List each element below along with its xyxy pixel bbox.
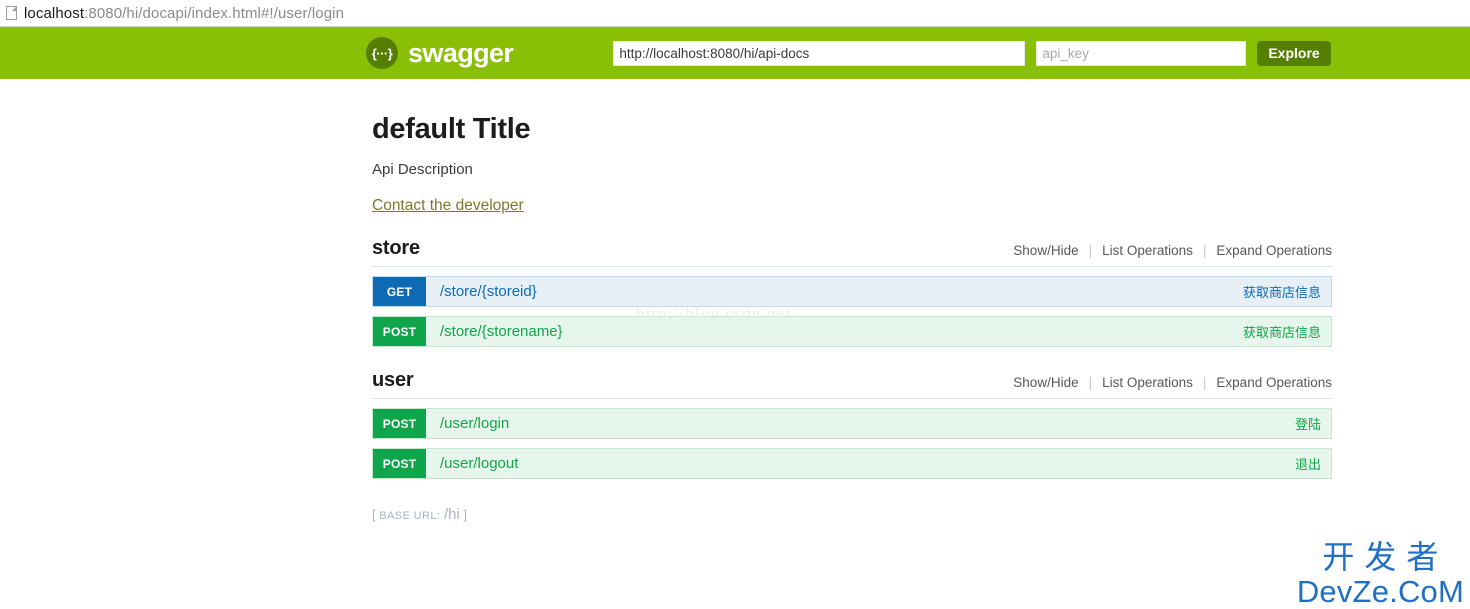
resource-op-links: Show/Hide | List Operations | Expand Ope…	[1013, 243, 1332, 260]
endpoint-row[interactable]: POST /user/login 登陆	[372, 408, 1332, 439]
list-operations-link[interactable]: List Operations	[1102, 375, 1193, 390]
resource-op-links: Show/Hide | List Operations | Expand Ope…	[1013, 375, 1332, 392]
method-badge: POST	[373, 449, 426, 478]
swagger-header: {···} swagger Explore	[0, 27, 1470, 79]
url-path: :8080/hi/docapi/index.html#!/user/login	[84, 4, 345, 22]
brand-logo[interactable]: {···} swagger	[366, 37, 514, 69]
divider: |	[1202, 243, 1207, 258]
method-badge: POST	[373, 317, 426, 346]
endpoint-path[interactable]: /user/logout	[426, 449, 1295, 478]
explore-button[interactable]: Explore	[1257, 40, 1331, 66]
page-title: default Title	[372, 113, 531, 145]
base-url-footer: [ Base URL: /hi ]	[372, 506, 1470, 523]
resource-header: store Show/Hide | List Operations | Expa…	[372, 237, 1332, 266]
site-watermark-logo: 开发者 DevZe.CoM	[1297, 541, 1464, 607]
base-url-close: ]	[463, 507, 468, 522]
method-badge: POST	[373, 409, 426, 438]
endpoint-summary: 获取商店信息	[1242, 285, 1321, 300]
divider: |	[1088, 243, 1093, 258]
base-url-open: [	[372, 507, 376, 522]
base-url-value: /hi	[443, 506, 460, 523]
show-hide-link[interactable]: Show/Hide	[1013, 243, 1078, 258]
expand-operations-link[interactable]: Expand Operations	[1216, 243, 1332, 258]
spec-url-input[interactable]	[613, 40, 1026, 66]
base-url-label: Base URL:	[379, 510, 441, 522]
endpoint-path[interactable]: /user/login	[426, 409, 1295, 438]
browser-url-bar[interactable]: localhost:8080/hi/docapi/index.html#!/us…	[0, 0, 1470, 27]
endpoint-summary: 退出	[1294, 457, 1321, 472]
resource-store: store Show/Hide | List Operations | Expa…	[372, 237, 1332, 347]
endpoint-summary: 获取商店信息	[1242, 325, 1321, 340]
list-operations-link[interactable]: List Operations	[1102, 243, 1193, 258]
endpoint-row[interactable]: POST /store/{storename} 获取商店信息	[372, 316, 1332, 347]
divider: |	[1088, 375, 1093, 390]
url-text: localhost:8080/hi/docapi/index.html#!/us…	[24, 5, 344, 22]
page-icon	[6, 6, 17, 20]
method-badge: GET	[373, 277, 426, 306]
api-description: Api Description	[372, 161, 473, 178]
url-host: localhost	[24, 4, 85, 22]
watermark-en-text: DevZe.CoM	[1296, 574, 1464, 609]
endpoint-summary: 登陆	[1294, 417, 1321, 432]
header-form: Explore	[613, 40, 1331, 66]
resource-divider	[372, 266, 1332, 267]
resource-name[interactable]: store	[372, 237, 420, 260]
api-key-input[interactable]	[1036, 40, 1247, 66]
resource-user: user Show/Hide | List Operations | Expan…	[372, 369, 1332, 479]
watermark-cn-text: 开发者	[1322, 539, 1449, 575]
endpoint-path[interactable]: /store/{storeid}	[426, 277, 1243, 306]
endpoint-path[interactable]: /store/{storename}	[426, 317, 1243, 346]
expand-operations-link[interactable]: Expand Operations	[1216, 375, 1332, 390]
divider: |	[1202, 375, 1207, 390]
endpoint-row[interactable]: POST /user/logout 退出	[372, 448, 1332, 479]
contact-developer-link[interactable]: Contact the developer	[372, 197, 524, 215]
main-content: default Title Api Description Contact th…	[0, 79, 1470, 523]
resource-name[interactable]: user	[372, 369, 414, 392]
brand-name: swagger	[408, 37, 514, 68]
resource-header: user Show/Hide | List Operations | Expan…	[372, 369, 1332, 398]
endpoint-row[interactable]: GET /store/{storeid} 获取商店信息	[372, 276, 1332, 307]
swagger-logo-icon: {···}	[366, 37, 398, 69]
resource-divider	[372, 398, 1332, 399]
show-hide-link[interactable]: Show/Hide	[1013, 375, 1078, 390]
